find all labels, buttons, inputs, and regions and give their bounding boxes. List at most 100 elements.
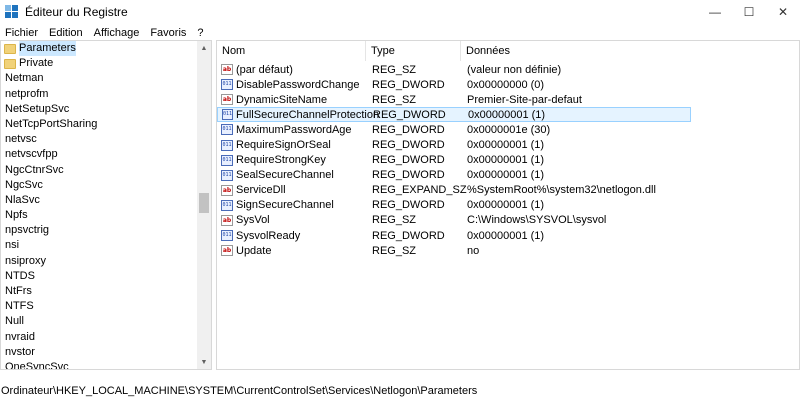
value-row[interactable]: 011 RequireSignOrSeal REG_DWORD 0x00000001 … [217, 137, 799, 152]
binary-value-icon: 011 [222, 109, 234, 121]
value-name-cell: ab ServiceDll [217, 184, 366, 196]
value-name-cell: 011 MaximumPasswordAge [217, 124, 366, 136]
value-type: REG_EXPAND_SZ [372, 184, 467, 197]
minimize-button[interactable]: — [698, 0, 732, 24]
value-data: Premier-Site-par-defaut [467, 93, 582, 106]
value-row[interactable]: 011 SignSecureChannel REG_DWORD 0x00000001 … [217, 198, 799, 213]
tree-item[interactable]: Null [1, 314, 198, 329]
value-name: FullSecureChannelProtection [236, 108, 380, 121]
value-type: REG_DWORD [373, 108, 446, 121]
string-value-icon: ab [221, 245, 233, 257]
value-row[interactable]: 011 FullSecureChannelProtection REG_DWORD 0… [217, 107, 691, 123]
tree-item[interactable]: netprofm [1, 87, 198, 102]
registry-editor-icon [5, 5, 19, 19]
value-name: (par défaut) [236, 63, 293, 76]
value-row[interactable]: 011 RequireStrongKey REG_DWORD 0x00000001 (… [217, 153, 799, 168]
value-row[interactable]: 011 SealSecureChannel REG_DWORD 0x00000001 … [217, 168, 799, 183]
value-row[interactable]: ab Update REG_SZ no [217, 243, 799, 258]
value-row[interactable]: ab SysVol REG_SZ C:\Windows\SYSVOL\sysvol [217, 213, 799, 228]
scroll-thumb[interactable] [199, 193, 209, 213]
value-data: 0x00000001 (1) [467, 169, 545, 182]
tree-item[interactable]: npsvctrig [1, 223, 198, 238]
tree-item[interactable]: NgcSvc [1, 178, 198, 193]
column-header-type[interactable]: Type [366, 41, 461, 61]
tree-item[interactable]: NgcCtnrSvc [1, 163, 198, 178]
value-name: DynamicSiteName [236, 93, 328, 106]
tree-item[interactable]: netvsc [1, 132, 198, 147]
value-name-cell: ab (par défaut) [217, 64, 366, 76]
value-name: SysvolReady [236, 229, 301, 242]
value-type: REG_SZ [372, 214, 417, 227]
value-type: REG_SZ [372, 63, 417, 76]
value-data: 0x00000000 (0) [467, 78, 545, 91]
tree-item[interactable]: NTFS [1, 299, 198, 314]
value-name-cell: ab SysVol [217, 214, 366, 226]
value-name-cell: ab DynamicSiteName [217, 94, 366, 106]
value-row[interactable]: 011 DisablePasswordChange REG_DWORD 0x00000… [217, 77, 799, 92]
value-row[interactable]: ab ServiceDll REG_EXPAND_SZ %SystemRoot%\sy… [217, 183, 799, 198]
tree-item[interactable]: nvraid [1, 330, 198, 345]
value-data: C:\Windows\SYSVOL\sysvol [467, 214, 607, 227]
value-type: REG_DWORD [372, 199, 445, 212]
value-name: RequireStrongKey [236, 154, 326, 167]
tree-item[interactable]: nsiproxy [1, 254, 198, 269]
tree-item[interactable]: nvstor [1, 345, 198, 360]
tree-item[interactable]: Npfs [1, 208, 198, 223]
value-type: REG_DWORD [372, 154, 445, 167]
menu-help[interactable]: ? [192, 27, 209, 39]
value-data: %SystemRoot%\system32\netlogon.dll [467, 184, 656, 197]
values-list: ab (par défaut) REG_SZ (valeur non définie)… [217, 62, 799, 258]
value-type: REG_SZ [372, 244, 417, 257]
tree-item[interactable]: OneSyncSvc [1, 360, 198, 369]
value-name: MaximumPasswordAge [236, 123, 352, 136]
title-bar: Éditeur du Registre — ☐ ✕ [0, 0, 800, 24]
value-type: REG_DWORD [372, 139, 445, 152]
scroll-down-icon[interactable]: ▼ [197, 355, 211, 369]
value-name: SignSecureChannel [236, 199, 334, 212]
value-row[interactable]: ab (par défaut) REG_SZ (valeur non définie) [217, 62, 799, 77]
value-name-cell: 011 RequireSignOrSeal [217, 139, 366, 151]
tree-item[interactable]: NlaSvc [1, 193, 198, 208]
value-type: REG_DWORD [372, 123, 445, 136]
value-name: SysVol [236, 214, 270, 227]
value-name: SealSecureChannel [236, 169, 334, 182]
folder-icon [4, 58, 16, 69]
menu-affichage[interactable]: Affichage [89, 27, 146, 39]
menu-edition[interactable]: Edition [44, 27, 89, 39]
value-data: 0x00000001 (1) [468, 108, 546, 121]
tree-item[interactable]: nsi [1, 238, 198, 253]
tree-item[interactable]: NTDS [1, 269, 198, 284]
menu-fichier[interactable]: Fichier [0, 27, 44, 39]
tree-item[interactable]: NtFrs [1, 284, 198, 299]
column-header-data[interactable]: Données [461, 41, 687, 61]
tree-item-label: Parameters [19, 41, 76, 57]
value-data: 0x00000001 (1) [467, 199, 545, 212]
value-data: 0x00000001 (1) [467, 229, 545, 242]
value-name-cell: 011 DisablePasswordChange [217, 79, 366, 91]
maximize-button[interactable]: ☐ [732, 0, 766, 24]
value-row[interactable]: ab DynamicSiteName REG_SZ Premier-Site-par-… [217, 92, 799, 107]
tree-scrollbar[interactable]: ▲ ▼ [197, 41, 211, 369]
string-value-icon: ab [221, 184, 233, 196]
value-type: REG_DWORD [372, 78, 445, 91]
tree-item[interactable]: NetTcpPortSharing [1, 117, 198, 132]
tree-item[interactable]: NetSetupSvc [1, 102, 198, 117]
column-header-name[interactable]: Nom [217, 41, 366, 61]
value-data: no [467, 244, 480, 257]
binary-value-icon: 011 [221, 139, 233, 151]
value-row[interactable]: 011 SysvolReady REG_DWORD 0x00000001 (1) [217, 228, 799, 243]
menu-favoris[interactable]: Favoris [145, 27, 192, 39]
close-button[interactable]: ✕ [766, 0, 800, 24]
tree-item[interactable]: Netman [1, 71, 198, 86]
tree-item-parameters[interactable]: Parameters [1, 41, 198, 57]
value-data: (valeur non définie) [467, 63, 562, 76]
binary-value-icon: 011 [221, 169, 233, 181]
binary-value-icon: 011 [221, 79, 233, 91]
value-row[interactable]: 011 MaximumPasswordAge REG_DWORD 0x0000001e… [217, 122, 799, 137]
tree-item[interactable]: netvscvfpp [1, 147, 198, 162]
tree-pane: Parameters Private Netman netprofm NetSetu… [0, 40, 212, 370]
scroll-up-icon[interactable]: ▲ [197, 41, 211, 55]
tree-item-private[interactable]: Private [1, 56, 198, 71]
string-value-icon: ab [221, 94, 233, 106]
value-name-cell: 011 RequireStrongKey [217, 154, 366, 166]
